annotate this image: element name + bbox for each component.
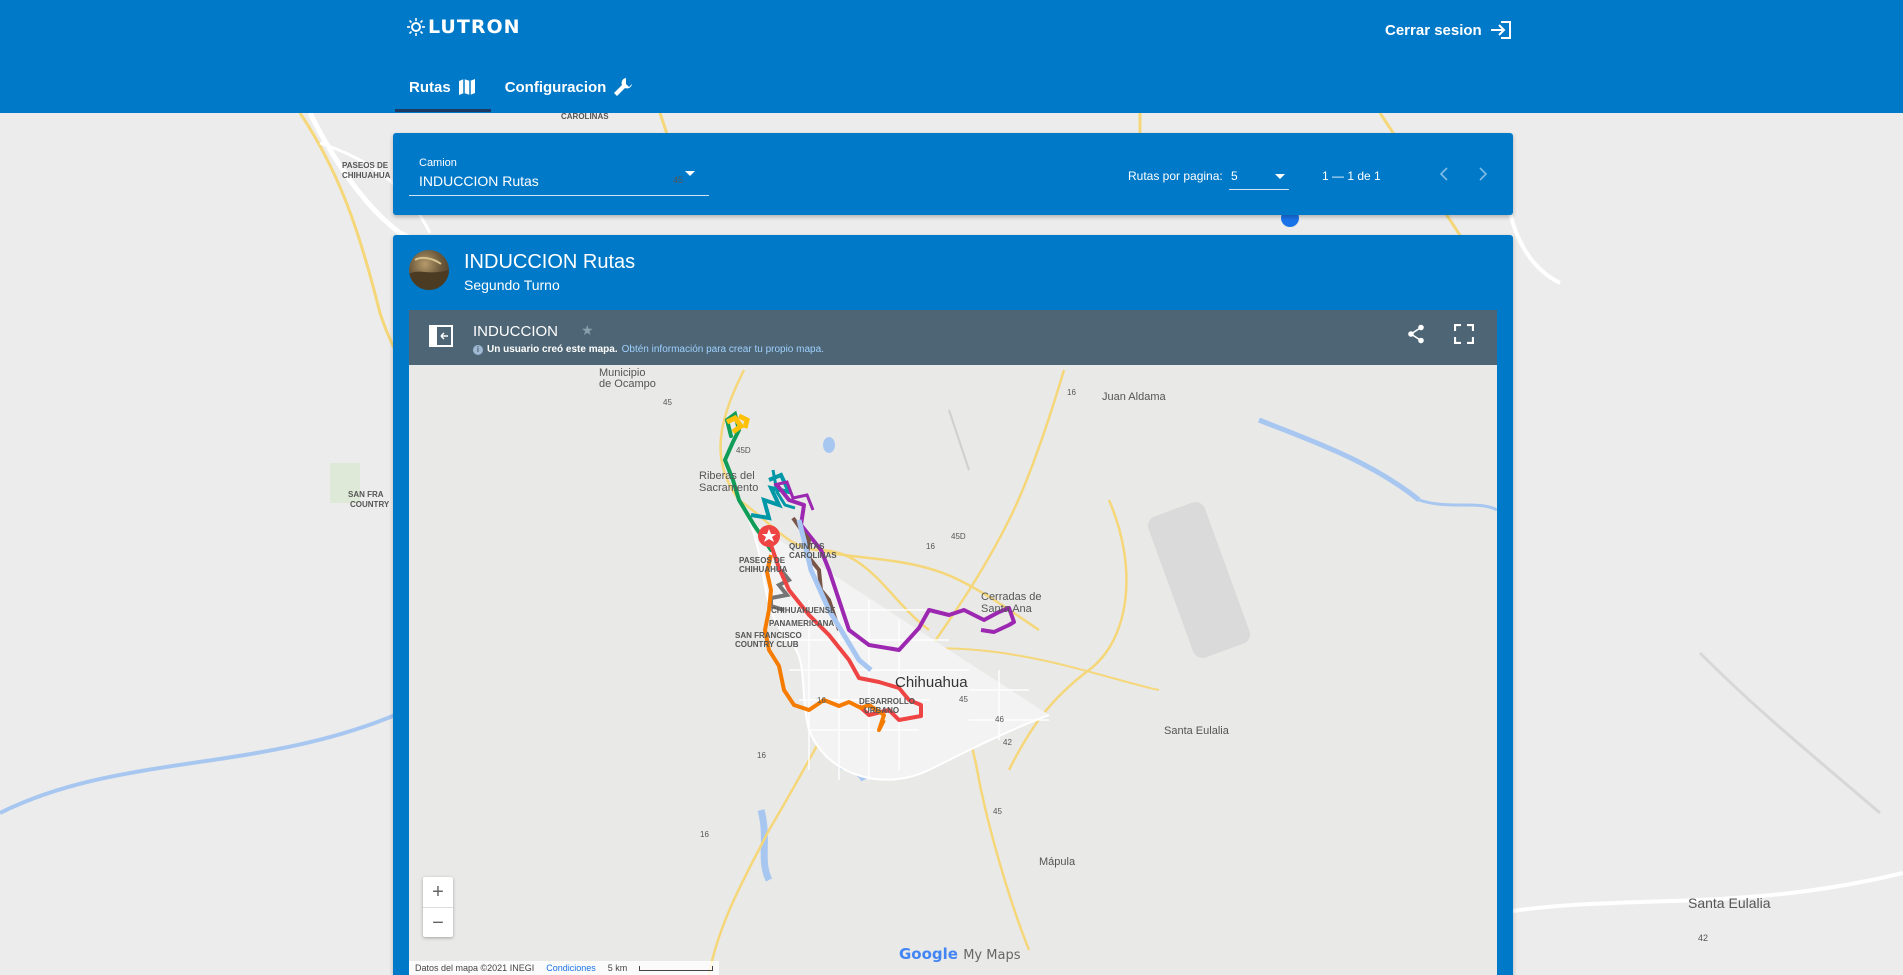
tab-configuracion-label: Configuracion [504,78,607,96]
chevron-down-icon [685,171,695,176]
bg-highway-badge: 45 [673,175,684,185]
legend-toggle-icon[interactable] [429,325,453,347]
attribution-text: Datos del mapa ©2021 INEGI [415,963,535,973]
lutron-sun-icon [407,18,425,36]
info-link[interactable]: Obtén información para crear tu propio m… [622,344,824,355]
logout-button[interactable]: Cerrar sesion [1385,20,1512,40]
chevron-left-icon [1439,167,1448,181]
map-label-city: Chihuahua [895,674,968,691]
highway-badge: 45D [736,446,751,455]
filter-card: Camion INDUCCION Rutas Rutas por pagina:… [393,133,1513,215]
highway-badge: 16 [1067,388,1076,397]
map-label: URBANO [864,706,900,715]
truck-select-label: Camion [419,157,457,169]
highway-badge: 16 [817,696,826,705]
previous-page-button[interactable] [1429,159,1459,189]
fullscreen-icon[interactable] [1454,324,1474,344]
avatar-image [409,256,449,290]
bg-label-paseos1: PASEOS DE [342,161,389,170]
bg-label-sanfco2: COUNTRY [350,500,390,509]
map-label: de Ocampo [599,378,656,390]
pagination-range: 1 — 1 de 1 [1322,169,1381,183]
map-icon [458,79,475,95]
map-label: Sacramento [699,482,759,494]
highway-badge: 45 [993,807,1002,816]
highway-badge: 45 [959,695,968,704]
map-label: SAN FRANCISCO [735,631,802,640]
bg-label-sanfco1: SAN FRA [348,490,384,499]
next-page-button[interactable] [1468,159,1498,189]
map-label: Santa Ana [981,603,1032,615]
tab-rutas-label: Rutas [409,78,451,96]
my-map-header: INDUCCION ★ i Un usuario creó este mapa.… [409,310,1497,365]
highway-badge: 16 [700,830,709,839]
my-map-info: i Un usuario creó este mapa. Obtén infor… [473,344,824,355]
bg-label-santa-eulalia: Santa Eulalia [1688,895,1771,911]
info-icon: i [473,344,483,355]
per-page-label: Rutas por pagina: [1128,169,1223,183]
my-map-title: INDUCCION [473,323,558,340]
per-page-select[interactable]: 5 [1229,163,1289,190]
zoom-control: + − [423,877,453,937]
my-maps-text: My Maps [963,948,1021,963]
highway-badge: 46 [995,715,1004,724]
top-app-bar: LUTRON Cerrar sesion Rutas Configuracion [0,0,1903,113]
main-tabs: Rutas Configuracion [395,66,648,112]
highway-badge: 16 [926,542,935,551]
routes-overlay [722,410,1016,732]
map-label: COUNTRY CLUB [735,640,799,649]
route-subtitle: Segundo Turno [464,277,560,293]
zoom-out-button[interactable]: − [423,908,453,938]
terms-link[interactable]: Condiciones [546,963,596,973]
bg-label-carolinas: CAROLINAS [561,113,609,121]
map-label: Cerradas de [981,591,1042,603]
map-label: CHIHUAHUENSE [771,606,836,615]
map-attribution: Datos del mapa ©2021 INEGI Condiciones 5… [409,961,720,975]
map-label: Juan Aldama [1102,391,1166,403]
truck-select-value: INDUCCION Rutas [419,173,539,189]
highway-badge: 45D [951,532,966,541]
wrench-icon [614,78,633,96]
map-label: QUINTAS [789,542,825,551]
info-text: Un usuario creó este mapa. [487,344,618,355]
scale-text: 5 km [607,963,628,973]
highway-badge: 42 [1003,738,1012,747]
map-label: CHIHUAHUA [739,565,788,574]
logout-icon [1490,21,1511,39]
bg-highway-badge: 42 [1698,933,1709,943]
tab-rutas[interactable]: Rutas [395,66,491,112]
lutron-logo[interactable]: LUTRON [407,16,521,38]
route-card: INDUCCION Rutas Segundo Turno INDUCCION … [393,235,1513,975]
highway-badge: 45 [663,398,672,407]
route-title: INDUCCION Rutas [464,251,636,273]
scale-bar [639,965,714,971]
route-avatar [409,250,449,290]
map-label: Riberas del [699,470,755,482]
google-logo-text: Google [899,945,958,963]
map-label: Santa Eulalia [1164,725,1229,737]
tab-configuracion[interactable]: Configuracion [491,66,649,112]
highway-badge: 16 [757,751,766,760]
map-label: CAROLINAS [789,551,837,560]
map-label: Mápula [1039,856,1076,868]
chevron-right-icon [1479,167,1488,181]
bg-label-paseos2: CHIHUAHUA [342,171,391,180]
logo-text: LUTRON [428,16,521,38]
map-label: PANAMERICANA [769,619,835,628]
logout-label: Cerrar sesion [1385,21,1482,39]
zoom-in-button[interactable]: + [423,877,453,907]
google-my-maps-logo: Google My Maps [899,945,1020,963]
map-label: PASEOS DE [739,556,786,565]
star-icon[interactable]: ★ [581,322,594,339]
map-label: DESARROLLO [859,697,915,706]
per-page-value: 5 [1231,169,1238,183]
share-icon[interactable] [1407,324,1425,344]
embedded-my-map[interactable]: INDUCCION ★ i Un usuario creó este mapa.… [409,310,1497,975]
chevron-down-icon [1275,174,1285,179]
truck-select[interactable]: Camion INDUCCION Rutas [409,149,709,196]
